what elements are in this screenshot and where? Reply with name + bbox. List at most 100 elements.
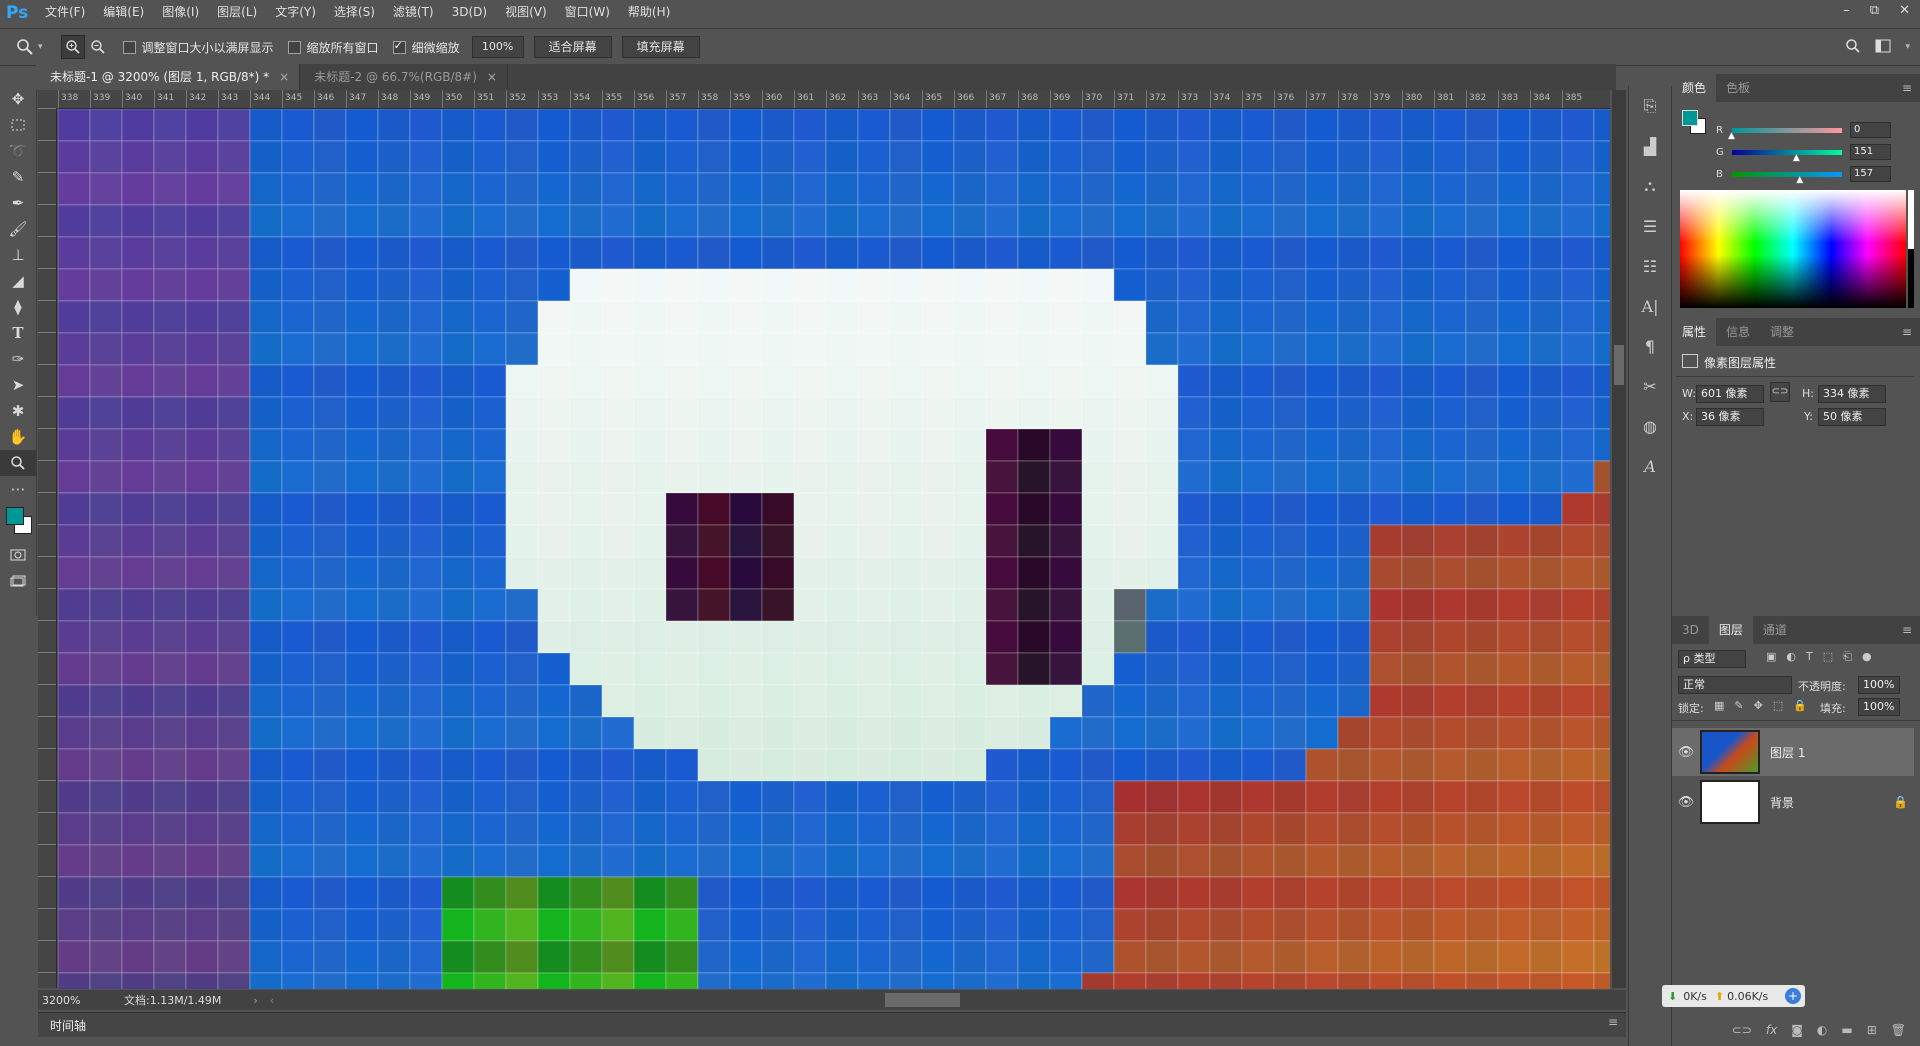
hand-tool-icon[interactable]: ✋ <box>0 424 36 450</box>
zoom-out-icon[interactable] <box>87 36 109 58</box>
tab-document-1[interactable]: 未标题-1 @ 3200% (图层 1, RGB/8*) * × <box>36 64 301 90</box>
panel-menu-icon[interactable]: ≡ <box>1902 81 1912 95</box>
brush-settings-panel-icon[interactable]: ⛬ <box>1629 166 1671 206</box>
path-selection-tool-icon[interactable]: ➤ <box>0 372 36 398</box>
timeline-menu-icon[interactable]: ≡ <box>1608 1015 1618 1029</box>
filter-toggle-icon[interactable]: ● <box>1862 650 1872 664</box>
close-tab-icon[interactable]: × <box>279 70 289 84</box>
eyedropper-tool-icon[interactable]: ✒ <box>0 190 36 216</box>
character-panel-icon[interactable]: A| <box>1629 286 1671 326</box>
lock-position-icon[interactable]: ✥ <box>1754 699 1763 712</box>
document-canvas[interactable] <box>58 109 1610 989</box>
menu-item[interactable]: 文字(Y) <box>266 0 325 25</box>
tab-channels[interactable]: 通道 <box>1753 616 1797 644</box>
timeline-tab[interactable]: 时间轴 <box>50 1017 86 1034</box>
blue-slider[interactable]: ▲ <box>1730 171 1842 185</box>
filter-adjustment-icon[interactable]: ◐ <box>1786 650 1796 664</box>
zoom-all-checkbox[interactable] <box>287 40 301 54</box>
height-field[interactable]: 334 像素 <box>1818 385 1886 403</box>
black-white-ramp[interactable] <box>1908 190 1914 308</box>
close-tab-icon[interactable]: × <box>487 70 497 84</box>
scrubby-zoom-checkbox[interactable] <box>392 39 406 54</box>
quick-selection-tool-icon[interactable]: ✎ <box>0 164 36 190</box>
panel-menu-icon[interactable]: ≡ <box>1902 325 1912 339</box>
more-tools-icon[interactable]: ⋯ <box>0 476 36 502</box>
filter-pixel-icon[interactable]: ▣ <box>1766 650 1776 664</box>
y-position-field[interactable]: 50 像素 <box>1818 408 1886 426</box>
tool-presets-panel-icon[interactable]: ✂ <box>1629 366 1671 406</box>
foreground-color-swatch[interactable] <box>6 507 24 525</box>
layer-filter-dropdown[interactable]: ρ 类型 <box>1678 650 1746 668</box>
width-field[interactable]: 601 像素 <box>1696 385 1764 403</box>
adjustments-panel-icon[interactable]: ☰ <box>1629 206 1671 246</box>
layer-row-layer1[interactable]: 👁 图层 1 <box>1672 728 1914 776</box>
link-layers-icon[interactable]: ⊂⊃ <box>1732 1023 1752 1037</box>
horizontal-scroll-thumb[interactable] <box>885 993 960 1007</box>
search-icon[interactable] <box>1845 38 1861 57</box>
layer-row-background[interactable]: 👁 背景 🔒 <box>1672 778 1914 826</box>
filter-type-icon[interactable]: T <box>1806 650 1813 664</box>
x-position-field[interactable]: 36 像素 <box>1696 408 1764 426</box>
workspace-switcher-icon[interactable] <box>1875 39 1891 56</box>
blend-mode-dropdown[interactable]: 正常 <box>1678 676 1792 694</box>
menu-item[interactable]: 帮助(H) <box>619 0 679 25</box>
fit-screen-button[interactable]: 适合屏幕 <box>533 36 612 58</box>
red-slider[interactable]: ▲ <box>1728 127 1842 141</box>
zoom-level-readout[interactable]: 3200% <box>42 994 100 1007</box>
filter-smart-object-icon[interactable]: ⎗ <box>1843 650 1852 664</box>
restore-button[interactable]: ⧉ <box>1870 0 1879 22</box>
delete-layer-icon[interactable]: 🗑 <box>1891 1023 1906 1037</box>
lock-artboard-icon[interactable]: ⬚ <box>1773 699 1783 712</box>
visibility-eye-icon[interactable]: 👁 <box>1672 795 1700 810</box>
add-icon[interactable]: + <box>1785 988 1801 1004</box>
status-menu-arrow-icon[interactable]: › <box>253 994 257 1007</box>
minimize-button[interactable]: – <box>1843 0 1850 22</box>
menu-item[interactable]: 编辑(E) <box>94 0 153 25</box>
eraser-tool-icon[interactable]: ◢ <box>0 268 36 294</box>
3d-panel-icon[interactable]: ◍ <box>1629 406 1671 446</box>
fill-field[interactable]: 100% <box>1858 698 1900 716</box>
fx-icon[interactable]: fx <box>1766 1023 1777 1037</box>
red-slider-knob[interactable]: ▲ <box>1728 131 1735 141</box>
tab-properties[interactable]: 属性 <box>1672 318 1717 346</box>
menu-item[interactable]: 选择(S) <box>325 0 384 25</box>
fill-screen-button[interactable]: 填充屏幕 <box>621 36 700 58</box>
visibility-eye-icon[interactable]: 👁 <box>1672 745 1700 760</box>
screen-mode-icon[interactable] <box>0 568 36 594</box>
zoom-all-windows-option[interactable]: 缩放所有窗口 <box>287 39 379 56</box>
lasso-tool-icon[interactable]: ➰ <box>0 138 36 164</box>
pen-tool-icon[interactable]: ✑ <box>0 346 36 372</box>
tab-adjustments[interactable]: 调整 <box>1760 318 1804 346</box>
new-layer-icon[interactable]: ⊞ <box>1867 1023 1877 1037</box>
green-slider[interactable]: ▲ <box>1730 149 1842 163</box>
move-tool-icon[interactable]: ✥ <box>0 86 36 112</box>
paint-bucket-tool-icon[interactable]: ⧫ <box>0 294 36 320</box>
workspace-dropdown-icon[interactable]: ▾ <box>1905 42 1910 52</box>
marquee-tool-icon[interactable] <box>0 112 36 138</box>
close-button[interactable]: ✕ <box>1899 0 1910 22</box>
zoom-in-icon[interactable] <box>60 35 85 59</box>
green-slider-knob[interactable]: ▲ <box>1793 153 1800 163</box>
scroll-left-icon[interactable]: ‹ <box>270 994 274 1007</box>
lock-transparent-icon[interactable]: ▦ <box>1714 699 1724 712</box>
filter-shape-icon[interactable]: ⬚ <box>1823 650 1833 664</box>
zoom-tool-preset-icon[interactable] <box>14 36 36 58</box>
vertical-scroll-thumb[interactable] <box>1614 345 1624 385</box>
adjustment-layer-icon[interactable]: ◐ <box>1817 1023 1827 1037</box>
zoom-tool-icon[interactable] <box>0 450 36 476</box>
type-tool-icon[interactable]: T <box>0 320 36 346</box>
brush-tool-icon[interactable]: 🖌 <box>0 216 36 242</box>
resize-windows-option[interactable]: 调整窗口大小以满屏显示 <box>122 39 274 56</box>
opacity-field[interactable]: 100% <box>1858 676 1900 694</box>
tab-3d[interactable]: 3D <box>1672 616 1709 644</box>
menu-item[interactable]: 3D(D) <box>443 0 496 25</box>
color-spectrum-ramp[interactable] <box>1680 190 1906 308</box>
link-dimensions-icon[interactable]: ⊂⊃ <box>1770 382 1790 402</box>
lock-pixels-icon[interactable]: ✎ <box>1734 699 1743 712</box>
tab-document-2[interactable]: 未标题-2 @ 66.7%(RGB/8#) × <box>300 64 508 90</box>
stamp-tool-icon[interactable]: ⊥ <box>0 242 36 268</box>
add-mask-icon[interactable]: ◙ <box>1791 1023 1803 1037</box>
blue-value-field[interactable]: 157 <box>1850 166 1891 182</box>
paragraph-panel-icon[interactable]: ¶ <box>1629 326 1671 366</box>
glyphs-panel-icon[interactable]: A <box>1629 446 1671 486</box>
